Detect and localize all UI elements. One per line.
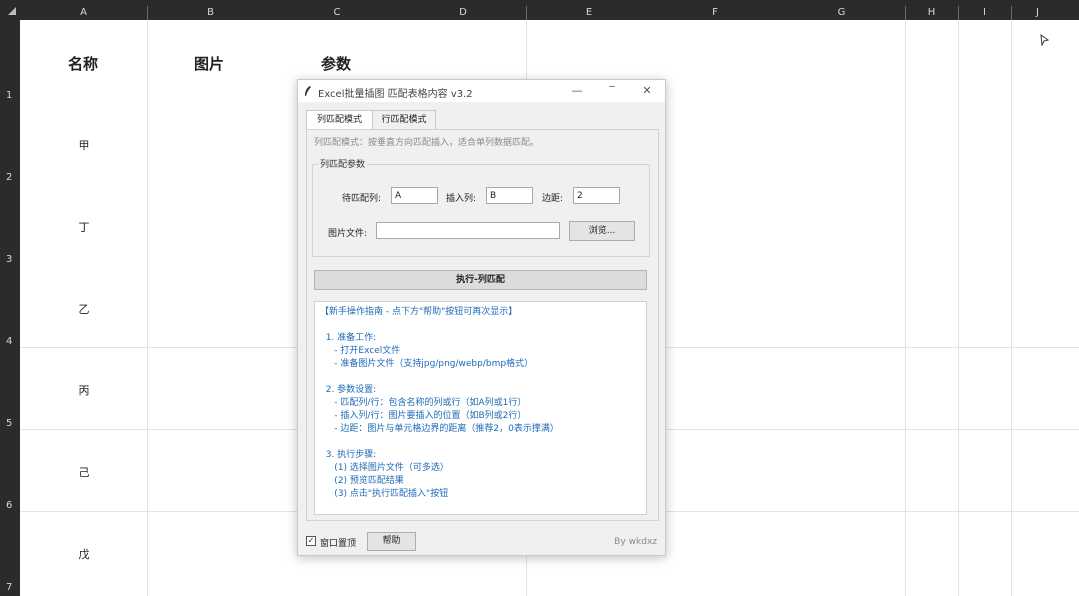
column-header-j[interactable]: J: [1011, 0, 1064, 20]
name-cell[interactable]: 戊: [21, 546, 147, 562]
grid-line: [1011, 20, 1012, 596]
close-button[interactable]: ✕: [633, 82, 661, 100]
column-header-h[interactable]: H: [905, 0, 958, 20]
guide-line: - 边距：图片与单元格边界的距离（推荐2，0表示撑满）: [320, 424, 559, 434]
name-cell[interactable]: 甲: [21, 137, 147, 153]
margin-input[interactable]: 2: [573, 187, 620, 204]
row-header-3[interactable]: 3: [0, 254, 20, 265]
plugin-dialog: Excel批量插图 匹配表格内容 v3.2 — ‾ ✕ 列匹配模式 行匹配模式 …: [297, 79, 666, 556]
column-separator: [147, 6, 148, 20]
column-header-c[interactable]: C: [274, 0, 400, 20]
grid-line: [958, 20, 959, 596]
header-cell-name[interactable]: 名称: [68, 53, 98, 74]
match-column-input[interactable]: A: [391, 187, 438, 204]
mode-description: 列匹配模式：按垂直方向匹配插入，适合单列数据匹配。: [314, 138, 540, 148]
param-group-title: 列匹配参数: [318, 157, 368, 170]
execute-column-match-button[interactable]: 执行-列匹配: [314, 270, 647, 290]
credit-text: By wkdxz: [614, 537, 657, 547]
guide-line: - 插入列/行：图片要插入的位置（如B列或2行）: [320, 411, 527, 421]
column-separator: [905, 6, 906, 20]
feather-icon: [305, 86, 311, 96]
guide-line: - 打开Excel文件: [320, 346, 401, 356]
column-header-g[interactable]: G: [778, 0, 905, 20]
margin-label: 边距:: [542, 194, 564, 204]
image-file-input[interactable]: [376, 222, 560, 239]
row-header-7[interactable]: 7: [0, 582, 20, 593]
column-header-d[interactable]: D: [400, 0, 526, 20]
guide-text-area[interactable]: 【新手操作指南 - 点下方"帮助"按钮可再次显示】 1. 准备工作: - 打开E…: [314, 301, 647, 515]
guide-line: - 匹配列/行：包含名称的列或行（如A列或1行）: [320, 398, 527, 408]
image-file-label: 图片文件:: [328, 229, 368, 239]
maximize-button[interactable]: ‾: [598, 82, 626, 100]
column-separator: [958, 6, 959, 20]
tab-column-match[interactable]: 列匹配模式: [306, 110, 373, 130]
column-separator: [526, 6, 527, 20]
row-header-5[interactable]: 5: [0, 418, 20, 429]
name-cell[interactable]: 己: [21, 464, 147, 480]
row-header-1[interactable]: 1: [0, 90, 20, 101]
window-title: Excel批量插图 匹配表格内容 v3.2: [318, 89, 473, 100]
column-header-a[interactable]: A: [20, 0, 147, 20]
guide-line: 1. 准备工作:: [320, 333, 377, 343]
help-button[interactable]: 帮助: [367, 532, 416, 551]
topmost-label: 窗口置顶: [320, 539, 357, 549]
title-bar[interactable]: Excel批量插图 匹配表格内容 v3.2 — ‾ ✕: [298, 80, 665, 102]
row-header-6[interactable]: 6: [0, 500, 20, 511]
minimize-button[interactable]: —: [563, 82, 591, 100]
grid-line: [905, 20, 906, 596]
param-group: [312, 164, 650, 257]
topmost-checkbox[interactable]: ✓: [306, 536, 316, 546]
guide-line: 2. 参数设置:: [320, 385, 377, 395]
match-column-label: 待匹配列:: [342, 194, 382, 204]
name-cell[interactable]: 乙: [21, 301, 147, 317]
name-cell[interactable]: 丁: [21, 219, 147, 235]
header-cell-image[interactable]: 图片: [194, 53, 224, 74]
name-cell[interactable]: 丙: [21, 382, 147, 398]
guide-line: 【新手操作指南 - 点下方"帮助"按钮可再次显示】: [320, 307, 518, 317]
column-separator: [1011, 6, 1012, 20]
row-header-2[interactable]: 2: [0, 172, 20, 183]
tab-row-match[interactable]: 行匹配模式: [372, 110, 436, 130]
guide-line: 3. 执行步骤:: [320, 450, 377, 460]
guide-line: (3) 点击"执行匹配插入"按钮: [320, 489, 449, 499]
browse-button[interactable]: 浏览...: [569, 221, 635, 241]
guide-line: - 准备图片文件（支持jpg/png/webp/bmp格式）: [320, 359, 534, 369]
mouse-cursor-icon: [1040, 34, 1050, 46]
column-header-f[interactable]: F: [652, 0, 778, 20]
column-header-i[interactable]: I: [958, 0, 1011, 20]
insert-column-label: 插入列:: [446, 194, 477, 204]
guide-line: (2) 预览匹配结果: [320, 476, 404, 486]
guide-line: (1) 选择图片文件（可多选）: [320, 463, 449, 473]
insert-column-input[interactable]: B: [486, 187, 533, 204]
select-all-corner[interactable]: [0, 0, 20, 20]
row-header-4[interactable]: 4: [0, 336, 20, 347]
column-header-b[interactable]: B: [147, 0, 274, 20]
header-cell-params[interactable]: 参数: [321, 53, 351, 74]
column-header-e[interactable]: E: [526, 0, 652, 20]
grid-line: [147, 20, 148, 596]
